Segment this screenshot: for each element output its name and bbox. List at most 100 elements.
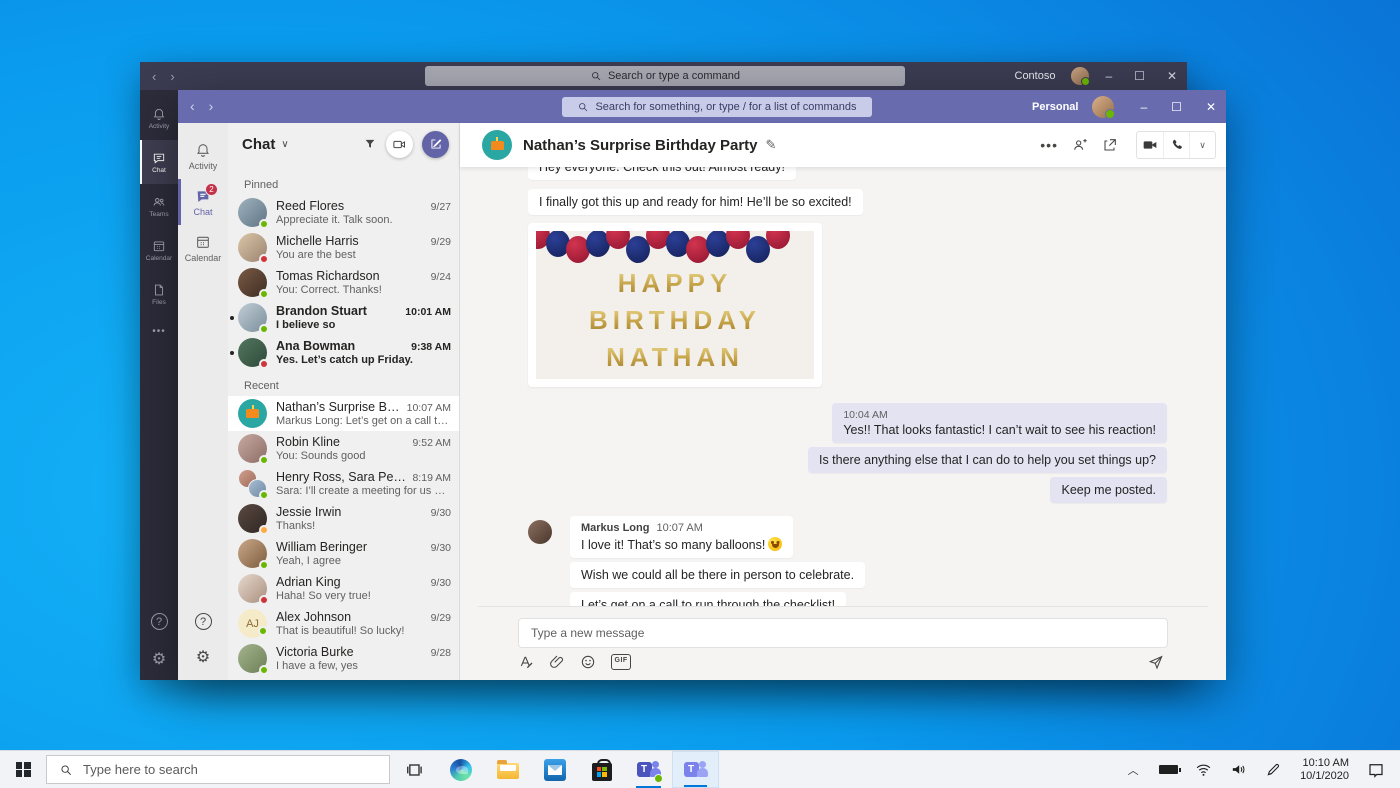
- task-view-button[interactable]: [390, 751, 437, 788]
- help-icon[interactable]: ?: [195, 613, 212, 630]
- status-busy: [259, 254, 269, 264]
- status-away: [259, 525, 269, 535]
- send-message-button[interactable]: [1148, 654, 1164, 670]
- chat-title: Nathan’s Surprise Birthday Party: [523, 137, 758, 154]
- maximize-button[interactable]: ☐: [1134, 69, 1145, 83]
- avatar: [238, 504, 267, 533]
- taskbar-search[interactable]: Type here to search: [46, 755, 390, 784]
- start-button[interactable]: [0, 751, 46, 788]
- chat-item-alex-johnson[interactable]: AJ Alex Johnson9/29 That is beautiful! S…: [228, 606, 459, 641]
- gear-icon[interactable]: ⚙: [152, 652, 166, 668]
- volume-icon[interactable]: [1224, 761, 1252, 778]
- pop-out-icon[interactable]: [1102, 137, 1118, 153]
- back-nav-icon[interactable]: ‹: [152, 69, 156, 84]
- shared-image-card[interactable]: HAPPY BIRTHDAY NATHAN: [528, 223, 822, 387]
- rail-activity[interactable]: Activity: [178, 133, 228, 179]
- format-icon[interactable]: [518, 654, 534, 670]
- add-person-icon[interactable]: [1072, 137, 1088, 153]
- message-bubble: I finally got this up and ready for him!…: [528, 189, 863, 215]
- chat-item-henry-ross-group[interactable]: Henry Ross, Sara Perez, +58:19 AM Sara: …: [228, 466, 459, 501]
- avatar: [238, 303, 267, 332]
- compose-icon: [429, 137, 443, 151]
- personal-command-search[interactable]: Search for something, or type / for a li…: [562, 97, 872, 117]
- teams-work-taskbar-button[interactable]: T: [625, 751, 672, 788]
- back-nav-icon[interactable]: ‹: [190, 98, 195, 114]
- chat-item-ana-bowman[interactable]: Ana Bowman9:38 AM Yes. Let’s catch up Fr…: [228, 335, 459, 370]
- chat-item-jessie-irwin[interactable]: Jessie Irwin9/30 Thanks!: [228, 501, 459, 536]
- chat-icon: [152, 151, 166, 165]
- chat-item-robin-kline[interactable]: Robin Kline9:52 AM You: Sounds good: [228, 431, 459, 466]
- message-bubble: Hey everyone. Check this out! Almost rea…: [528, 167, 796, 180]
- close-button[interactable]: ✕: [1206, 100, 1216, 114]
- unread-dot: [230, 351, 234, 355]
- store-button[interactable]: [578, 751, 625, 788]
- work-rail-teams[interactable]: Teams: [140, 184, 178, 228]
- attach-paperclip-icon[interactable]: [549, 654, 565, 670]
- work-rail-chat[interactable]: Chat: [140, 140, 178, 184]
- send-icon: [1148, 654, 1164, 670]
- action-center-button[interactable]: [1362, 761, 1390, 779]
- markus-avatar: [528, 520, 552, 544]
- tray-time: 10:10 AM: [1300, 757, 1349, 770]
- chat-item-william-beringer[interactable]: William Beringer9/30 Yeah, I agree: [228, 536, 459, 571]
- wifi-icon[interactable]: [1189, 761, 1217, 778]
- meet-now-button[interactable]: [386, 131, 413, 158]
- teams-personal-taskbar-button[interactable]: T: [672, 751, 719, 788]
- forward-nav-icon[interactable]: ›: [170, 69, 174, 84]
- call-options-button[interactable]: ∨: [1189, 132, 1215, 158]
- chat-item-victoria-burke[interactable]: Victoria Burke9/28 I have a few, yes: [228, 641, 459, 676]
- rail-calendar[interactable]: Calendar: [178, 225, 228, 271]
- chat-item-adrian-king[interactable]: Adrian King9/30 Haha! So very true!: [228, 571, 459, 606]
- chat-item-brandon-stuart[interactable]: Brandon Stuart10:01 AM I believe so: [228, 300, 459, 335]
- forward-nav-icon[interactable]: ›: [209, 98, 214, 114]
- chat-item-nathans-party[interactable]: Nathan’s Surprise Birthday…10:07 AM Mark…: [228, 396, 459, 431]
- filter-icon[interactable]: [363, 137, 377, 151]
- chat-item-reed-flores[interactable]: Reed Flores9/27 Appreciate it. Talk soon…: [228, 195, 459, 230]
- avatar: [238, 338, 267, 367]
- taskbar-clock[interactable]: 10:10 AM 10/1/2020: [1294, 757, 1355, 783]
- work-command-search[interactable]: Search or type a command: [425, 66, 905, 86]
- minimize-button[interactable]: –: [1140, 100, 1147, 114]
- chat-item-michelle-harris[interactable]: Michelle Harris9/29 You are the best: [228, 230, 459, 265]
- more-options-button[interactable]: •••: [1040, 137, 1058, 153]
- mail-button[interactable]: [531, 751, 578, 788]
- personal-account-avatar[interactable]: [1092, 96, 1114, 118]
- video-call-button[interactable]: [1137, 132, 1163, 158]
- new-message-input[interactable]: [518, 618, 1168, 648]
- edge-button[interactable]: [437, 751, 484, 788]
- help-icon[interactable]: ?: [151, 613, 168, 630]
- new-chat-button[interactable]: [422, 131, 449, 158]
- rail-chat[interactable]: 2 Chat: [178, 179, 228, 225]
- chat-main-area: Nathan’s Surprise Birthday Party ✎ ••• ∨: [460, 123, 1226, 680]
- chat-item-tomas-richardson[interactable]: Tomas Richardson9/24 You: Correct. Thank…: [228, 265, 459, 300]
- video-camera-icon: [1142, 137, 1158, 153]
- file-explorer-button[interactable]: [484, 751, 531, 788]
- status-available: [259, 490, 269, 500]
- work-rail-calendar[interactable]: Calendar: [140, 228, 178, 272]
- work-titlebar: ‹ › Search or type a command Contoso – ☐…: [140, 62, 1187, 90]
- teams-people-icon: [152, 195, 166, 209]
- chevron-down-icon[interactable]: ∨: [281, 139, 288, 150]
- close-button[interactable]: ✕: [1167, 69, 1177, 83]
- work-rail-more[interactable]: •••: [140, 316, 178, 346]
- status-available: [259, 665, 269, 675]
- work-account-avatar[interactable]: [1071, 67, 1089, 85]
- battery-icon[interactable]: [1154, 765, 1182, 774]
- edit-title-icon[interactable]: ✎: [766, 137, 777, 153]
- work-rail-activity[interactable]: Activity: [140, 96, 178, 140]
- birthday-cake-avatar: [238, 399, 267, 428]
- work-rail-files[interactable]: Files: [140, 272, 178, 316]
- bell-icon: [195, 142, 211, 158]
- pen-icon[interactable]: [1259, 762, 1287, 778]
- emoji-icon[interactable]: [580, 654, 596, 670]
- message-composer: GIF: [460, 606, 1226, 680]
- gear-icon[interactable]: ⚙: [196, 650, 210, 666]
- minimize-button[interactable]: –: [1105, 69, 1112, 83]
- avatar: [238, 539, 267, 568]
- tray-date: 10/1/2020: [1300, 770, 1349, 783]
- tray-chevron-up[interactable]: ︿: [1119, 762, 1147, 778]
- gif-icon[interactable]: GIF: [611, 654, 631, 670]
- maximize-button[interactable]: ☐: [1171, 100, 1182, 114]
- chat-panel-title: Chat: [242, 136, 275, 153]
- audio-call-button[interactable]: [1163, 132, 1189, 158]
